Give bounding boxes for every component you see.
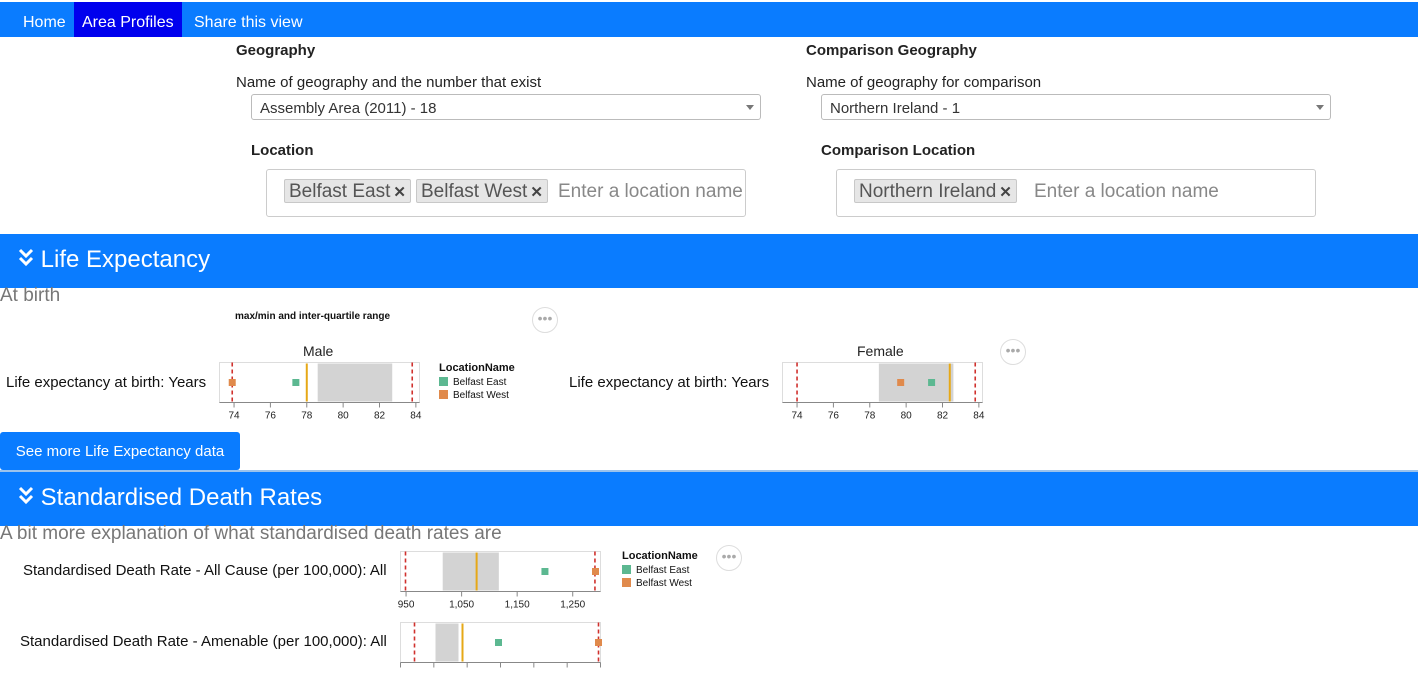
all-cause-death-rate-chart: 950 1,050 1,150 1,250 <box>398 551 601 611</box>
location-tag[interactable]: Belfast West ✕ <box>416 179 548 203</box>
death-rates-section-header[interactable]: Standardised Death Rates <box>0 472 1418 526</box>
legend-item-belfast-west: Belfast West <box>439 390 515 401</box>
more-options-icon[interactable]: ••• <box>532 307 558 333</box>
legend-item-belfast-east: Belfast East <box>439 377 515 388</box>
location-tag[interactable]: Belfast East ✕ <box>284 179 411 203</box>
data-point <box>541 568 549 575</box>
chevron-down-icon <box>1316 105 1324 110</box>
life-expectancy-note: At birth <box>0 285 61 306</box>
tick-label: 82 <box>374 411 386 422</box>
legend-label: Belfast East <box>453 377 507 388</box>
location-tag-label: Belfast East <box>289 181 391 202</box>
double-chevron-down-icon <box>18 486 34 505</box>
all-cause-row-label: Standardised Death Rate - All Cause (per… <box>23 562 387 579</box>
location-heading: Location <box>251 142 314 159</box>
tick-label: 78 <box>301 411 313 422</box>
geography-heading: Geography <box>236 42 316 59</box>
legend-label: Belfast West <box>453 390 509 401</box>
tick-label: 950 <box>398 600 415 611</box>
geography-select[interactable]: Assembly Area (2011) - 18 <box>251 94 761 120</box>
iqr-band <box>878 363 954 402</box>
comparison-location-tag[interactable]: Northern Ireland ✕ <box>854 179 1017 203</box>
comparison-location-tag-input[interactable]: Northern Ireland ✕ Enter a location name <box>836 169 1316 217</box>
iqr-band <box>442 552 499 591</box>
data-point <box>228 379 236 386</box>
tick-label: 76 <box>828 411 840 422</box>
remove-tag-icon[interactable]: ✕ <box>530 184 543 201</box>
plot-area <box>400 551 601 592</box>
tick-label: 74 <box>228 411 240 422</box>
comparison-geography-heading: Comparison Geography <box>806 42 977 59</box>
chevron-down-icon <box>746 105 754 110</box>
more-options-icon[interactable]: ••• <box>716 545 742 571</box>
location-tag-label: Belfast West <box>421 181 528 202</box>
death-rates-note: A bit more explanation of what standardi… <box>0 523 502 544</box>
nav-home-link[interactable]: Home <box>23 2 66 37</box>
double-chevron-down-icon <box>18 248 34 267</box>
life-expectancy-section-header[interactable]: Life Expectancy <box>0 234 1418 288</box>
female-row-label: Life expectancy at birth: Years <box>569 374 770 391</box>
comparison-location-heading: Comparison Location <box>821 142 976 159</box>
legend-swatch <box>622 578 631 587</box>
amenable-death-rate-chart <box>400 622 602 668</box>
male-life-expectancy-chart: 74 76 78 80 82 84 <box>219 362 422 422</box>
comparison-location-tag-label: Northern Ireland <box>859 181 997 202</box>
location-search-input[interactable]: Enter a location name <box>558 181 743 203</box>
female-life-expectancy-chart: 74 76 78 80 82 84 <box>782 362 985 422</box>
chart-caption: max/min and inter-quartile range <box>235 311 391 322</box>
legend-label: Belfast East <box>636 565 690 576</box>
comparison-geography-selected-value: Northern Ireland - 1 <box>830 100 961 117</box>
legend-title: LocationName <box>622 550 698 562</box>
tick-label: 1,250 <box>560 600 585 611</box>
iqr-band <box>435 623 459 662</box>
comparison-geography-subheading: Name of geography for comparison <box>806 74 1042 91</box>
tick-label: 76 <box>265 411 277 422</box>
legend-swatch <box>622 565 631 574</box>
comparison-geography-select[interactable]: Northern Ireland - 1 <box>821 94 1331 120</box>
legend-label: Belfast West <box>636 578 692 589</box>
top-navbar: Home Area Profiles Share this view <box>0 2 1418 37</box>
life-expectancy-title-text: Life Expectancy <box>40 246 211 273</box>
data-point <box>928 379 936 386</box>
legend: LocationName Belfast East Belfast West <box>439 362 515 401</box>
death-rates-title-text: Standardised Death Rates <box>40 484 323 511</box>
nav-area-profiles-link[interactable]: Area Profiles <box>74 2 182 37</box>
data-point <box>897 379 905 386</box>
death-rates-title: Standardised Death Rates <box>18 484 322 512</box>
legend: LocationName Belfast East Belfast West <box>622 550 698 589</box>
amenable-row-label: Standardised Death Rate - Amenable (per … <box>20 633 387 650</box>
legend-swatch <box>439 377 448 386</box>
nav-share-link[interactable]: Share this view <box>194 2 303 37</box>
tick-label: 80 <box>901 411 913 422</box>
remove-tag-icon[interactable]: ✕ <box>999 184 1012 201</box>
legend-swatch <box>439 390 448 399</box>
comparison-location-search-input[interactable]: Enter a location name <box>1034 181 1219 203</box>
male-row-label: Life expectancy at birth: Years <box>6 374 207 391</box>
tick-label: 1,150 <box>505 600 530 611</box>
life-expectancy-title: Life Expectancy <box>18 246 210 274</box>
male-chart-title: Male <box>303 343 334 359</box>
tick-label: 80 <box>338 411 350 422</box>
tick-label: 74 <box>791 411 803 422</box>
tick-label: 1,050 <box>449 600 474 611</box>
data-point <box>592 568 599 575</box>
tick-label: 78 <box>864 411 876 422</box>
tick-label: 84 <box>973 411 985 422</box>
legend-item-belfast-east: Belfast East <box>622 565 698 576</box>
female-chart-title: Female <box>857 343 904 359</box>
data-point <box>495 639 502 646</box>
data-point <box>595 639 602 646</box>
see-more-life-expectancy-button[interactable]: See more Life Expectancy data <box>0 432 240 470</box>
geography-subheading: Name of geography and the number that ex… <box>236 74 542 91</box>
geography-selected-value: Assembly Area (2011) - 18 <box>260 100 437 117</box>
tick-label: 82 <box>937 411 949 422</box>
tick-label: 84 <box>410 411 422 422</box>
legend-item-belfast-west: Belfast West <box>622 578 698 589</box>
remove-tag-icon[interactable]: ✕ <box>393 184 406 201</box>
location-tag-input[interactable]: Belfast East ✕ Belfast West ✕ Enter a loca… <box>266 169 746 217</box>
data-point <box>292 379 300 386</box>
more-options-icon[interactable]: ••• <box>1000 339 1026 365</box>
legend-title: LocationName <box>439 362 515 374</box>
iqr-band <box>317 363 393 402</box>
